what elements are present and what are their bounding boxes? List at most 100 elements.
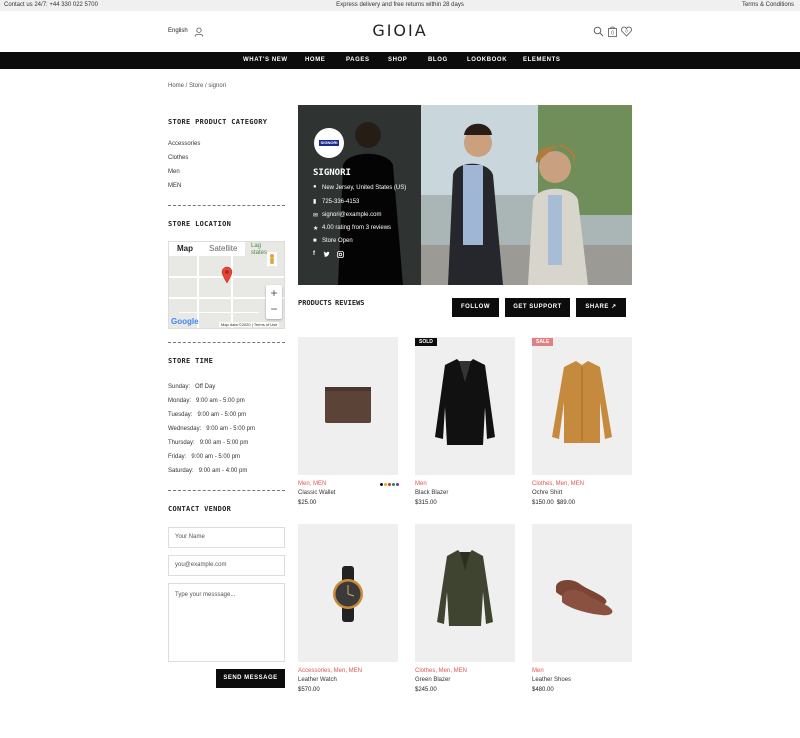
product-image[interactable]: SALE — [532, 337, 632, 475]
hours-time: Off Day — [195, 384, 216, 390]
location-pin-icon[interactable] — [221, 266, 233, 284]
map-label: Lag states — [251, 243, 267, 257]
cart-icon[interactable]: 0 — [607, 26, 618, 37]
map-label-states: states — [251, 250, 268, 256]
product-category[interactable]: Men, MEN — [298, 481, 326, 487]
satellite-tab[interactable]: Satellite — [201, 242, 245, 256]
breadcrumb[interactable]: Home / Store / signori — [168, 83, 226, 89]
store-email[interactable]: signori@example.com — [322, 212, 381, 218]
message-textarea[interactable]: Type your messsage... — [168, 583, 285, 662]
category-accessories[interactable]: Accessories — [168, 141, 200, 147]
color-swatch[interactable] — [384, 483, 387, 486]
product-category[interactable]: Accessories, Men, MEN — [298, 668, 362, 674]
zoom-out-button[interactable]: − — [266, 301, 282, 317]
street-view-icon[interactable] — [267, 252, 277, 266]
map-tab[interactable]: Map — [169, 242, 201, 256]
store-info-overlay — [298, 105, 421, 285]
location-icon: ● — [313, 184, 317, 190]
product-image[interactable] — [298, 337, 398, 475]
twitter-icon[interactable] — [323, 251, 330, 258]
product-category[interactable]: Men — [415, 481, 427, 487]
hours-row: Saturday: 9:00 am - 4:00 pm — [168, 468, 247, 474]
category-men-upper[interactable]: MEN — [168, 183, 181, 189]
category-clothes[interactable]: Clothes — [168, 155, 188, 161]
category-men[interactable]: Men — [168, 169, 180, 175]
instagram-icon[interactable] — [337, 251, 344, 258]
nav-lookbook[interactable]: LOOKBOOK — [467, 57, 507, 63]
hours-row: Wednesday: 9:00 am - 5:00 pm — [168, 426, 255, 432]
sale-price: $89.00 — [556, 500, 576, 506]
nav-whats-new[interactable]: WHAT'S NEW — [243, 57, 288, 63]
map-terms-link[interactable]: Terms of Use — [254, 322, 278, 327]
hours-time: 9:00 am - 4:00 pm — [198, 468, 248, 474]
map-street — [179, 312, 259, 313]
product-image[interactable] — [298, 524, 398, 662]
color-swatch[interactable] — [380, 483, 383, 486]
hours-day: Friday: — [168, 454, 187, 460]
color-swatch[interactable] — [392, 483, 395, 486]
store-icon: ■ — [313, 238, 317, 244]
name-field[interactable]: Your Name — [168, 527, 285, 548]
color-swatch[interactable] — [388, 483, 391, 486]
map-type-tabs: Map Satellite — [169, 242, 246, 256]
product-price: $245.00 — [415, 687, 437, 693]
product-category[interactable]: Men — [532, 668, 544, 674]
store-map[interactable]: Map Satellite Lag states + − Google Map d… — [168, 241, 285, 329]
email-field[interactable]: you@example.com — [168, 555, 285, 576]
follow-button[interactable]: FOLLOW — [452, 298, 499, 317]
share-label: SHARE — [585, 304, 609, 310]
color-swatches — [380, 483, 399, 486]
sale-badge: SALE — [532, 338, 554, 346]
hours-day: Sunday: — [168, 384, 191, 390]
product-category[interactable]: Clothes, Men, MEN — [415, 668, 467, 674]
google-logo[interactable]: Google — [171, 317, 199, 326]
product-name[interactable]: Ochre Shirt — [532, 490, 562, 496]
share-button[interactable]: SHARE ↗ — [576, 298, 626, 317]
product-image[interactable] — [532, 524, 632, 662]
product-name[interactable]: Green Blazer — [415, 677, 450, 683]
product-price: $25.00 — [298, 500, 317, 506]
old-price: $150.00 — [532, 500, 554, 506]
search-icon[interactable] — [593, 26, 604, 37]
ochre-shirt-image — [552, 361, 612, 443]
product-image[interactable]: SOLD — [415, 337, 515, 475]
nav-blog[interactable]: BLOG — [428, 57, 448, 63]
nav-home[interactable]: HOME — [305, 57, 325, 63]
wishlist-icon[interactable]: 0 — [621, 26, 632, 37]
map-label-lag: Lag — [251, 243, 262, 249]
terms-link[interactable]: Terms & Conditions — [742, 2, 794, 8]
product-name[interactable]: Classic Wallet — [298, 490, 335, 496]
nav-shop[interactable]: SHOP — [388, 57, 407, 63]
product-name[interactable]: Leather Shoes — [532, 677, 571, 683]
map-zoom-controls: + − — [266, 285, 282, 319]
get-support-button[interactable]: GET SUPPORT — [505, 298, 570, 317]
divider — [168, 205, 285, 206]
store-logo-text: SIGNORI — [319, 140, 339, 146]
send-message-button[interactable]: SEND MESSAGE — [216, 669, 285, 688]
map-attribution: Map data ©2020 | Terms of Use — [219, 322, 280, 327]
site-logo[interactable]: GIOIA — [0, 21, 800, 40]
contact-heading: CONTACT VENDOR — [168, 505, 232, 513]
product-category[interactable]: Clothes, Men, MEN — [532, 481, 584, 487]
nav-pages[interactable]: PAGES — [346, 57, 370, 63]
hours-time: 9:00 am - 5:00 pm — [191, 454, 241, 460]
product-name[interactable]: Leather Watch — [298, 677, 337, 683]
nav-elements[interactable]: ELEMENTS — [523, 57, 560, 63]
zoom-in-button[interactable]: + — [266, 285, 282, 301]
watch-image — [333, 566, 363, 622]
map-data-text: Map data ©2020 — [221, 322, 251, 327]
tab-reviews[interactable]: REVIEWS — [335, 299, 365, 307]
store-logo: SIGNORI — [314, 128, 344, 158]
color-swatch[interactable] — [396, 483, 399, 486]
shoes-image — [556, 580, 613, 616]
store-rating[interactable]: 4.00 rating from 3 reviews — [322, 225, 391, 231]
product-price: $150.00 $89.00 — [532, 500, 575, 506]
tab-products[interactable]: PRODUCTS — [298, 299, 332, 307]
hours-time: 9:00 am - 5:00 pm — [206, 426, 255, 432]
facebook-icon[interactable]: f — [313, 251, 315, 257]
product-image[interactable] — [415, 524, 515, 662]
product-name[interactable]: Black Blazer — [415, 490, 448, 496]
hours-day: Thursday: — [168, 440, 195, 446]
store-banner: SIGNORI SIGNORI ● New Jersey, United Sta… — [298, 105, 632, 285]
store-address: New Jersey, United States (US) — [322, 185, 407, 191]
